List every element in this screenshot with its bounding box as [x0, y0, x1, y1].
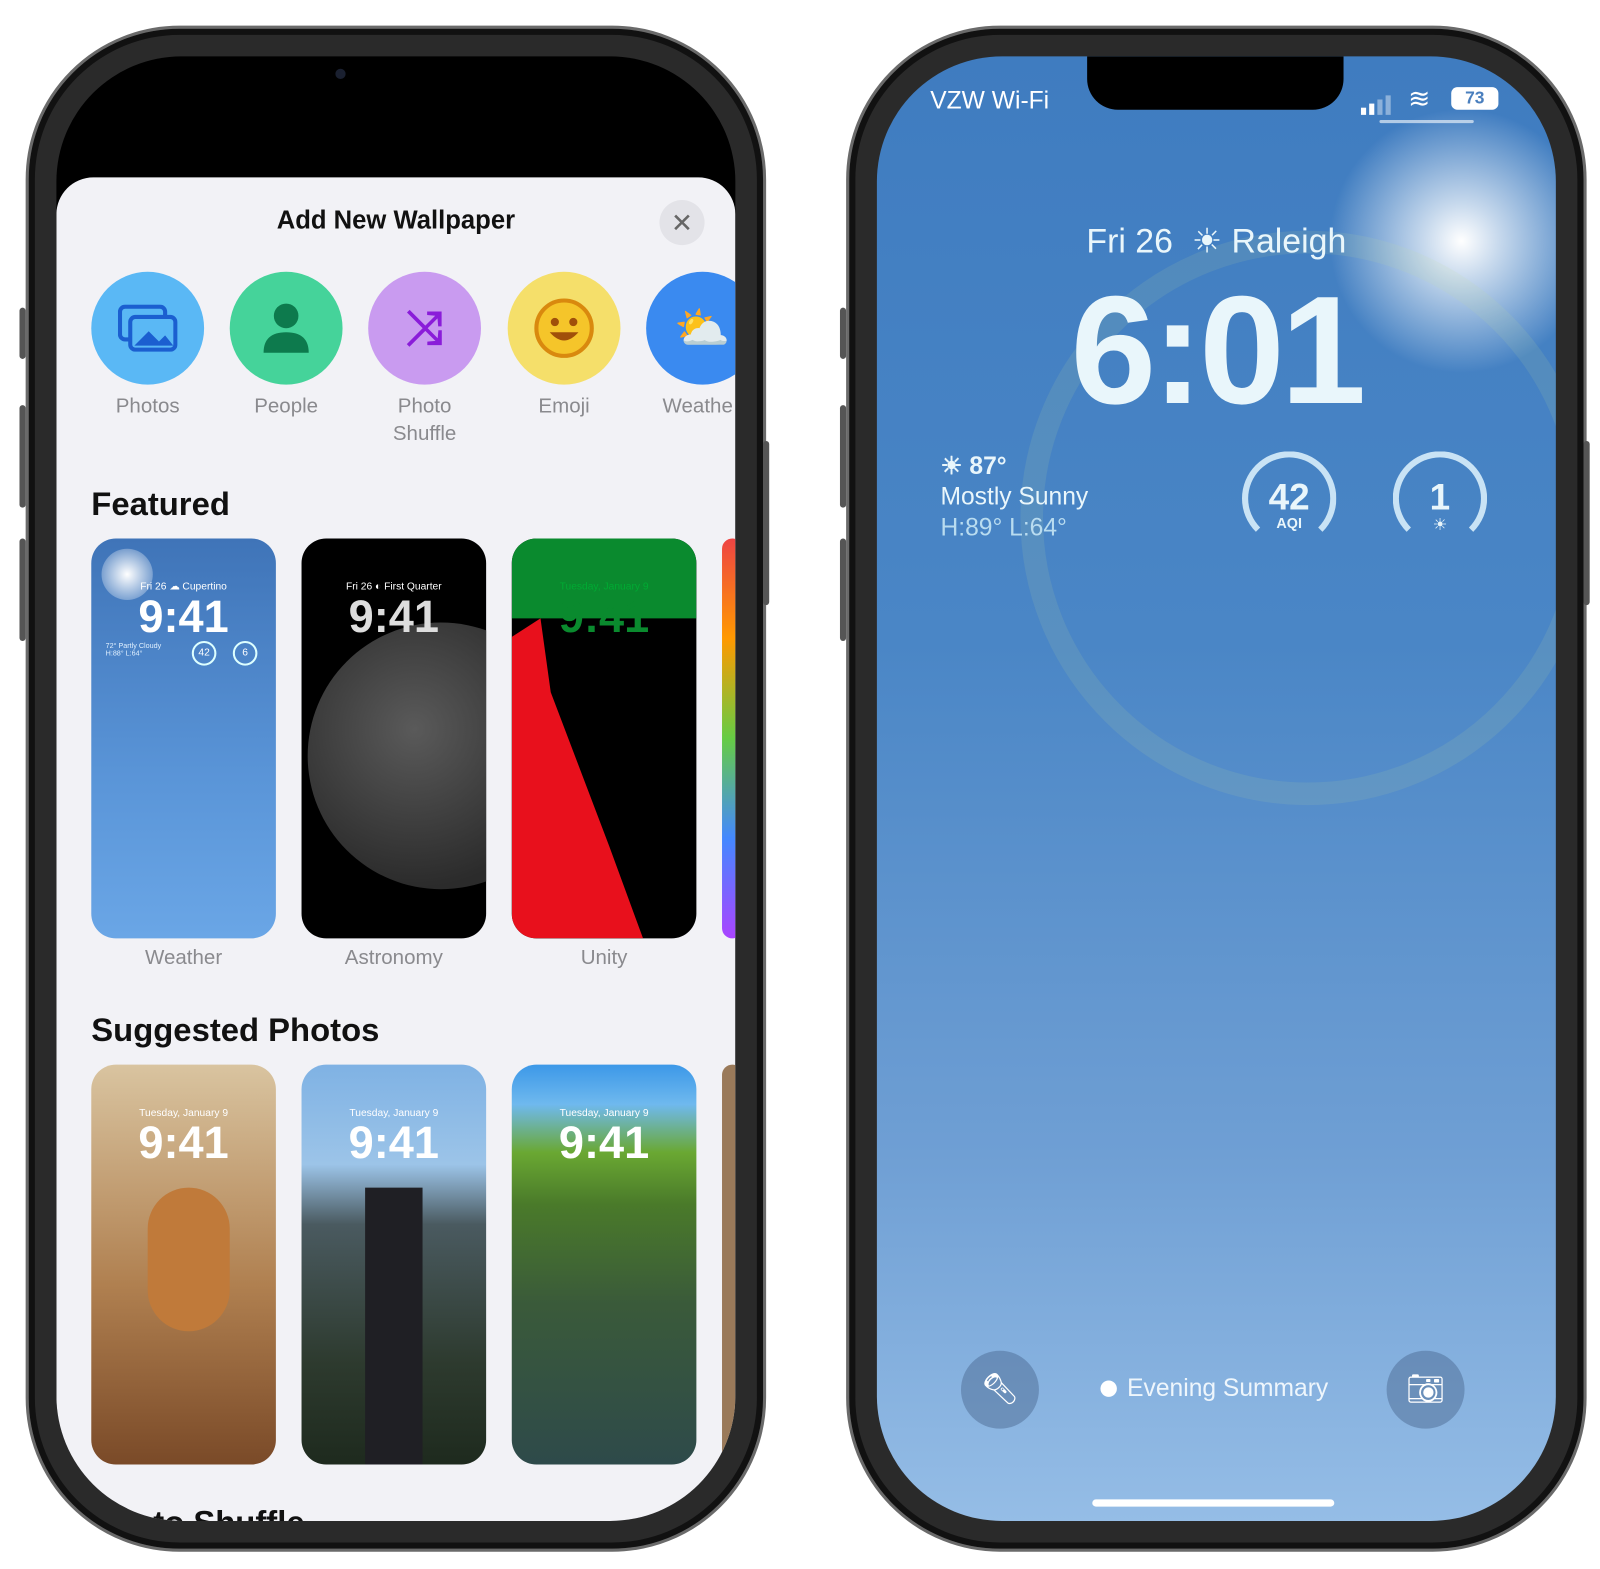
thumb-time: 9:41: [558, 1117, 650, 1169]
category-emoji[interactable]: Emoji: [507, 271, 621, 421]
thumb-time: 9:41: [348, 1117, 439, 1169]
weather-widget[interactable]: ☀ 87° Mostly Sunny H:89° L:64°: [940, 451, 1088, 543]
suggested-photo-city[interactable]: Tuesday, January 9 9:41: [301, 1064, 487, 1465]
featured-weather-thumb[interactable]: Fri 26 ☁ Cupertino 9:41 72° Partly Cloud…: [91, 538, 276, 939]
cat-image: [147, 1187, 230, 1332]
thumb-aqi: 42: [191, 641, 217, 666]
cloud-sun-icon: ⛅: [646, 271, 736, 385]
volume-up-button: [839, 405, 847, 508]
thumb-time: 9:41: [138, 591, 229, 643]
wifi-icon: ≋: [1408, 83, 1431, 114]
suggested-photo-partial[interactable]: [722, 1064, 736, 1465]
carrier-label: VZW Wi-Fi: [930, 87, 1050, 115]
home-indicator[interactable]: [1092, 1499, 1335, 1507]
category-label: Photo Shuffle: [392, 394, 457, 446]
thumb-time: 9:41: [348, 591, 439, 643]
temperature: 87°: [969, 452, 1007, 480]
dot-icon: [1100, 1380, 1117, 1397]
featured-caption: Astronomy: [344, 946, 443, 970]
featured-astronomy-thumb[interactable]: Fri 26 ◐ First Quarter 9:41: [301, 538, 487, 939]
sun-icon: ☀: [940, 452, 963, 480]
category-label: Photos: [115, 394, 180, 418]
smiley-icon: [507, 271, 621, 385]
thumb-time: 9:41: [138, 1117, 229, 1169]
uv-value: 1: [1429, 475, 1451, 518]
uv-index-widget[interactable]: 1 ☀: [1392, 451, 1488, 546]
xmark-icon: ✕: [670, 207, 694, 238]
photo-shuffle-heading: Photo Shuffle: [91, 1504, 304, 1521]
aqi-widget[interactable]: 42 AQI: [1242, 451, 1337, 546]
battery-icon: 73: [1451, 87, 1499, 110]
featured-pride-thumb-partial[interactable]: [722, 538, 736, 939]
featured-unity-thumb[interactable]: Tuesday, January 9 9:41: [511, 538, 697, 939]
camera-button[interactable]: 📷︎: [1386, 1350, 1465, 1429]
date-label: Fri 26: [1086, 221, 1173, 260]
featured-caption: Unity: [580, 946, 628, 970]
close-button[interactable]: ✕: [659, 199, 705, 246]
lock-screen: VZW Wi-Fi ≋ 73 Fri 26 ☀ Raleigh 6:01 ☀ 8…: [876, 56, 1556, 1521]
category-label: Weathe: [662, 394, 733, 418]
featured-caption: Weather: [144, 946, 223, 970]
focus-label: Evening Summary: [1127, 1374, 1329, 1402]
control-center-indicator[interactable]: [1379, 119, 1474, 124]
mute-switch: [19, 307, 26, 359]
left-phone: Add New Wallpaper ✕ Photos People ⤨ Phot…: [25, 25, 767, 1552]
thumb-time: 9:41: [558, 591, 650, 643]
flashlight-icon: 🔦︎: [980, 1372, 1020, 1407]
flashlight-button[interactable]: 🔦︎: [960, 1350, 1039, 1429]
tower-image: [365, 1187, 423, 1465]
mute-switch: [839, 307, 847, 359]
wallpaper-picker-screen: Add New Wallpaper ✕ Photos People ⤨ Phot…: [56, 56, 736, 1521]
side-button: [1583, 441, 1590, 606]
camera-icon: 📷︎: [1406, 1372, 1446, 1407]
suggested-photo-pond[interactable]: Tuesday, January 9 9:41: [511, 1064, 697, 1465]
side-button: [763, 441, 770, 606]
featured-heading: Featured: [91, 485, 230, 523]
aqi-value: 42: [1268, 475, 1310, 518]
condition: Mostly Sunny: [940, 483, 1089, 511]
sun-icon: ☀: [1191, 221, 1223, 260]
category-weather[interactable]: ⛅ Weathe: [646, 271, 736, 421]
date-weather-line: Fri 26 ☀ Raleigh: [877, 221, 1556, 261]
city-label: Raleigh: [1231, 221, 1347, 260]
high-low: H:89° L:64°: [940, 513, 1067, 542]
photos-icon: [91, 271, 205, 385]
thumb-weather: 72° Partly Cloudy H:88° L:64°: [105, 643, 162, 658]
lock-time: 6:01: [1070, 263, 1367, 436]
right-phone: VZW Wi-Fi ≋ 73 Fri 26 ☀ Raleigh 6:01 ☀ 8…: [846, 25, 1587, 1552]
category-label: People: [254, 394, 319, 418]
category-people[interactable]: People: [229, 271, 343, 421]
person-icon: [229, 271, 343, 385]
front-camera: [335, 68, 346, 79]
suggested-photo-cat[interactable]: Tuesday, January 9 9:41: [91, 1064, 276, 1465]
category-photos[interactable]: Photos: [91, 271, 205, 421]
aqi-label: AQI: [1276, 514, 1302, 532]
focus-notification[interactable]: Evening Summary: [1100, 1374, 1328, 1403]
volume-down-button: [839, 538, 847, 641]
volume-up-button: [19, 405, 26, 508]
notch: [1087, 56, 1344, 110]
add-wallpaper-sheet: Add New Wallpaper ✕ Photos People ⤨ Phot…: [56, 177, 736, 1521]
moon-image: [307, 622, 487, 890]
suggested-heading: Suggested Photos: [91, 1011, 380, 1049]
category-label: Emoji: [538, 394, 590, 418]
sheet-title: Add New Wallpaper: [276, 206, 516, 235]
category-photo-shuffle[interactable]: ⤨ Photo Shuffle: [368, 271, 482, 448]
volume-down-button: [19, 538, 26, 641]
shuffle-icon: ⤨: [368, 271, 482, 385]
sun-icon: ☀: [1432, 516, 1448, 535]
cellular-signal-icon: [1360, 95, 1391, 115]
thumb-uv: 6: [232, 641, 258, 666]
